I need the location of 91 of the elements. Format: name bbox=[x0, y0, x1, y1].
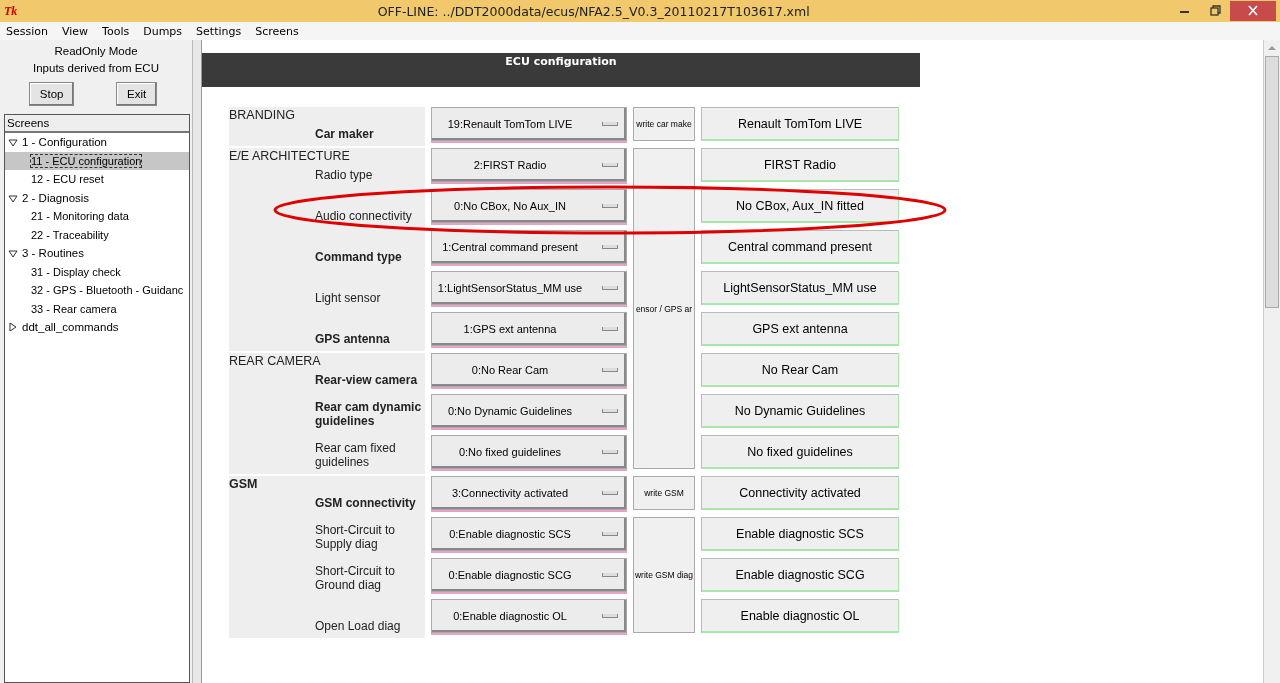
mode-label: ReadOnly Mode bbox=[53, 45, 139, 57]
value-display: No fixed guidelines bbox=[701, 435, 899, 469]
section-title: E/E ARCHITECTURE bbox=[229, 148, 350, 163]
value-display: Central command present bbox=[701, 230, 899, 264]
dropdown[interactable]: 19:Renault TomTom LIVE bbox=[431, 107, 627, 141]
tree-item[interactable]: 11 - ECU configuration bbox=[5, 151, 189, 170]
write-button[interactable]: write GSM diag bbox=[633, 517, 695, 633]
tree-item[interactable]: 21 - Monitoring data bbox=[5, 207, 189, 226]
tree-item[interactable]: 2 - Diagnosis bbox=[5, 188, 189, 207]
dropdown-indicator-icon bbox=[602, 491, 618, 495]
tree-item[interactable]: ddt_all_commands bbox=[5, 318, 189, 337]
dropdown-indicator-icon bbox=[602, 245, 618, 249]
dropdown[interactable]: 2:FIRST Radio bbox=[431, 148, 627, 182]
write-button[interactable]: write GSM bbox=[633, 476, 695, 510]
menu-item[interactable]: Dumps bbox=[143, 24, 183, 38]
value-display: No Dynamic Guidelines bbox=[701, 394, 899, 428]
field-label: Rear-view camera bbox=[315, 373, 419, 387]
menu-item[interactable]: Screens bbox=[255, 24, 299, 38]
dropdown-indicator-icon bbox=[602, 409, 618, 413]
dropdown[interactable]: 0:No Rear Cam bbox=[431, 353, 627, 387]
field-label: GSM connectivity bbox=[315, 496, 417, 510]
dropdown[interactable]: 0:No Dynamic Guidelines bbox=[431, 394, 627, 428]
field-label: Light sensor bbox=[315, 291, 382, 305]
dropdown[interactable]: 1:Central command present bbox=[431, 230, 627, 264]
close-icon[interactable] bbox=[1230, 1, 1276, 21]
menu-item[interactable]: Session bbox=[6, 24, 48, 38]
dropdown-indicator-icon bbox=[602, 573, 618, 577]
tree-item[interactable]: 12 - ECU reset bbox=[5, 170, 189, 189]
app-logo: Tk bbox=[4, 3, 18, 19]
tree-item[interactable]: 32 - GPS - Bluetooth - Guidanc bbox=[5, 281, 189, 300]
tree-header: Screens bbox=[5, 115, 189, 133]
value-display: Enable diagnostic SCS bbox=[701, 517, 899, 551]
value-display: Enable diagnostic OL bbox=[701, 599, 899, 633]
field-label: GPS antenna bbox=[315, 332, 391, 346]
menu-item[interactable]: View bbox=[62, 24, 89, 38]
tree-item[interactable]: 22 - Traceability bbox=[5, 225, 189, 244]
menu-item[interactable]: Settings bbox=[196, 24, 242, 38]
expanded-triangle-icon[interactable] bbox=[8, 192, 18, 203]
section-title: REAR CAMERA bbox=[229, 353, 321, 368]
dropdown[interactable]: 0:Enable diagnostic SCS bbox=[431, 517, 627, 551]
menu-item[interactable]: Tools bbox=[102, 24, 130, 38]
field-label: Short-Circuit to Supply diag bbox=[315, 523, 397, 551]
value-display: No Rear Cam bbox=[701, 353, 899, 387]
value-display: GPS ext antenna bbox=[701, 312, 899, 346]
window-title: OFF-LINE: ../DDT2000data/ecus/NFA2.5_V0.3_20110217T103617.xml bbox=[376, 3, 811, 19]
collapsed-triangle-icon[interactable] bbox=[8, 322, 18, 333]
action-button[interactable]: Exit bbox=[116, 82, 158, 106]
tree-item[interactable]: 31 - Display check bbox=[5, 262, 189, 281]
dropdown-indicator-icon bbox=[602, 450, 618, 454]
screen-header: ECU configuration bbox=[202, 53, 920, 87]
field-label: Command type bbox=[315, 250, 403, 264]
field-label: Rear cam fixed guidelines bbox=[315, 441, 397, 469]
field-label: Radio type bbox=[315, 168, 374, 182]
expanded-triangle-icon[interactable] bbox=[8, 248, 18, 259]
field-label: Short-Circuit to Ground diag bbox=[315, 564, 397, 592]
dropdown[interactable]: 0:Enable diagnostic OL bbox=[431, 599, 627, 633]
field-label: Open Load diag bbox=[315, 619, 402, 633]
dropdown-indicator-icon bbox=[602, 327, 618, 331]
tree-item[interactable]: 33 - Rear camera bbox=[5, 299, 189, 318]
dropdown[interactable]: 1:GPS ext antenna bbox=[431, 312, 627, 346]
dropdown[interactable]: 3:Connectivity activated bbox=[431, 476, 627, 510]
section-title: BRANDING bbox=[229, 107, 295, 122]
value-display: LightSensorStatus_MM use bbox=[701, 271, 899, 305]
scrollbar[interactable] bbox=[1263, 40, 1280, 683]
dropdown[interactable]: 1:LightSensorStatus_MM use bbox=[431, 271, 627, 305]
value-display: No CBox, Aux_IN fitted bbox=[701, 189, 899, 223]
tree-item[interactable]: 1 - Configuration bbox=[5, 133, 189, 152]
expanded-triangle-icon[interactable] bbox=[8, 137, 18, 148]
dropdown-indicator-icon bbox=[602, 286, 618, 290]
action-button[interactable]: Stop bbox=[28, 82, 75, 106]
tree-item[interactable]: 3 - Routines bbox=[5, 244, 189, 263]
value-display: Renault TomTom LIVE bbox=[701, 107, 899, 141]
field-label: Audio connectivity bbox=[315, 209, 413, 223]
dropdown[interactable]: 0:No CBox, No Aux_IN bbox=[431, 189, 627, 223]
dropdown-indicator-icon bbox=[602, 122, 618, 126]
field-label: Rear cam dynamic guidelines bbox=[315, 400, 423, 428]
section-title: GSM bbox=[229, 476, 258, 491]
value-display: Connectivity activated bbox=[701, 476, 899, 510]
inputs-label: Inputs derived from ECU bbox=[32, 62, 160, 74]
dropdown[interactable]: 0:No fixed guidelines bbox=[431, 435, 627, 469]
dropdown-indicator-icon bbox=[602, 532, 618, 536]
dropdown[interactable]: 0:Enable diagnostic SCG bbox=[431, 558, 627, 592]
dropdown-indicator-icon bbox=[602, 368, 618, 372]
value-display: FIRST Radio bbox=[701, 148, 899, 182]
dropdown-indicator-icon bbox=[602, 163, 618, 167]
write-button[interactable]: ensor / GPS ar bbox=[633, 148, 695, 469]
value-display: Enable diagnostic SCG bbox=[701, 558, 899, 592]
write-button[interactable]: write car make bbox=[633, 107, 695, 141]
field-label: Car maker bbox=[315, 127, 375, 141]
dropdown-indicator-icon bbox=[602, 204, 618, 208]
dropdown-indicator-icon bbox=[602, 614, 618, 618]
